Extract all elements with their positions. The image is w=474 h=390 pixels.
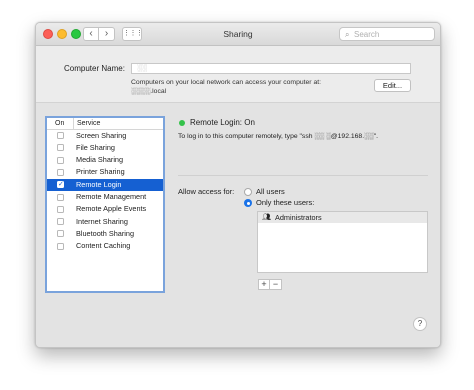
list-item[interactable]: 👥︎ Administrators <box>258 212 427 223</box>
only-these-users-label[interactable]: Only these users: <box>256 198 314 207</box>
service-checkbox[interactable] <box>57 132 64 139</box>
list-item[interactable]: ✓ Remote Login <box>47 178 163 191</box>
group-icon: 👥︎ <box>262 214 271 221</box>
add-user-button[interactable]: + <box>258 279 270 290</box>
all-users-radio[interactable] <box>244 188 252 196</box>
service-label: Screen Sharing <box>76 130 127 140</box>
help-button[interactable]: ? <box>413 317 427 331</box>
search-field[interactable]: ⌕ Search <box>339 27 435 41</box>
divider <box>178 175 428 176</box>
service-checkbox[interactable] <box>57 156 64 164</box>
list-item[interactable]: Media Sharing <box>47 154 163 166</box>
list-item[interactable]: Remote Apple Events <box>47 203 163 215</box>
service-label: Remote Management <box>76 192 147 201</box>
service-checkbox[interactable] <box>57 218 64 226</box>
service-label: Remote Login <box>76 179 122 189</box>
service-checkbox[interactable] <box>57 230 64 238</box>
service-label: File Sharing <box>76 142 115 152</box>
service-checkbox[interactable] <box>57 205 64 213</box>
ssh-instructions: To log in to this computer remotely, typ… <box>178 133 379 140</box>
list-item[interactable]: Remote Management <box>47 191 163 203</box>
title-bar: ‹ › ⋮⋮⋮ Sharing ⌕ Search <box>36 23 440 46</box>
service-checkbox[interactable] <box>57 193 64 201</box>
list-item[interactable]: Internet Sharing <box>47 216 163 228</box>
list-item[interactable]: Bluetooth Sharing <box>47 228 163 240</box>
services-list[interactable]: On Service Screen Sharing File Sharing Med… <box>45 116 165 293</box>
computer-name-field[interactable]: ░░ <box>131 63 411 74</box>
users-list[interactable]: 👥︎ Administrators <box>257 211 428 273</box>
local-hostname: ░░░░.local <box>131 88 167 95</box>
service-label: Content Caching <box>76 241 131 251</box>
all-users-label[interactable]: All users <box>256 187 285 196</box>
service-checkbox[interactable] <box>57 168 64 176</box>
user-label: Administrators <box>275 213 322 222</box>
sharing-window: ‹ › ⋮⋮⋮ Sharing ⌕ Search Computer Name: … <box>35 22 441 348</box>
service-status: Remote Login: On <box>190 118 255 127</box>
services-header: On Service <box>47 118 163 130</box>
list-item[interactable]: Content Caching <box>47 240 163 252</box>
service-label: Printer Sharing <box>76 167 125 177</box>
service-label: Internet Sharing <box>76 216 128 226</box>
service-checkbox[interactable]: ✓ <box>57 181 64 189</box>
service-label: Remote Apple Events <box>76 204 147 214</box>
search-icon: ⌕ <box>345 30 350 39</box>
only-these-users-radio[interactable] <box>244 199 252 207</box>
address-info-line: Computers on your local network can acce… <box>131 79 322 86</box>
list-item[interactable]: File Sharing <box>47 142 163 154</box>
service-checkbox[interactable] <box>57 144 64 152</box>
list-item[interactable]: Printer Sharing <box>47 166 163 178</box>
service-label: Bluetooth Sharing <box>76 228 135 238</box>
computer-name-label: Computer Name: <box>64 64 125 73</box>
edit-button[interactable]: Edit... <box>374 79 411 92</box>
service-checkbox[interactable] <box>57 242 64 250</box>
service-label: Media Sharing <box>76 155 124 165</box>
computer-address-info: Computers on your local network can acce… <box>131 78 321 96</box>
checkmark-icon: ✓ <box>58 181 64 189</box>
on-column-header: On <box>55 120 65 127</box>
status-indicator <box>179 120 185 126</box>
service-column-header: Service <box>73 118 100 129</box>
remove-user-button[interactable]: − <box>270 279 282 290</box>
list-item[interactable]: Screen Sharing <box>47 130 163 142</box>
search-placeholder: Search <box>354 30 380 39</box>
allow-access-label: Allow access for: <box>178 187 235 196</box>
